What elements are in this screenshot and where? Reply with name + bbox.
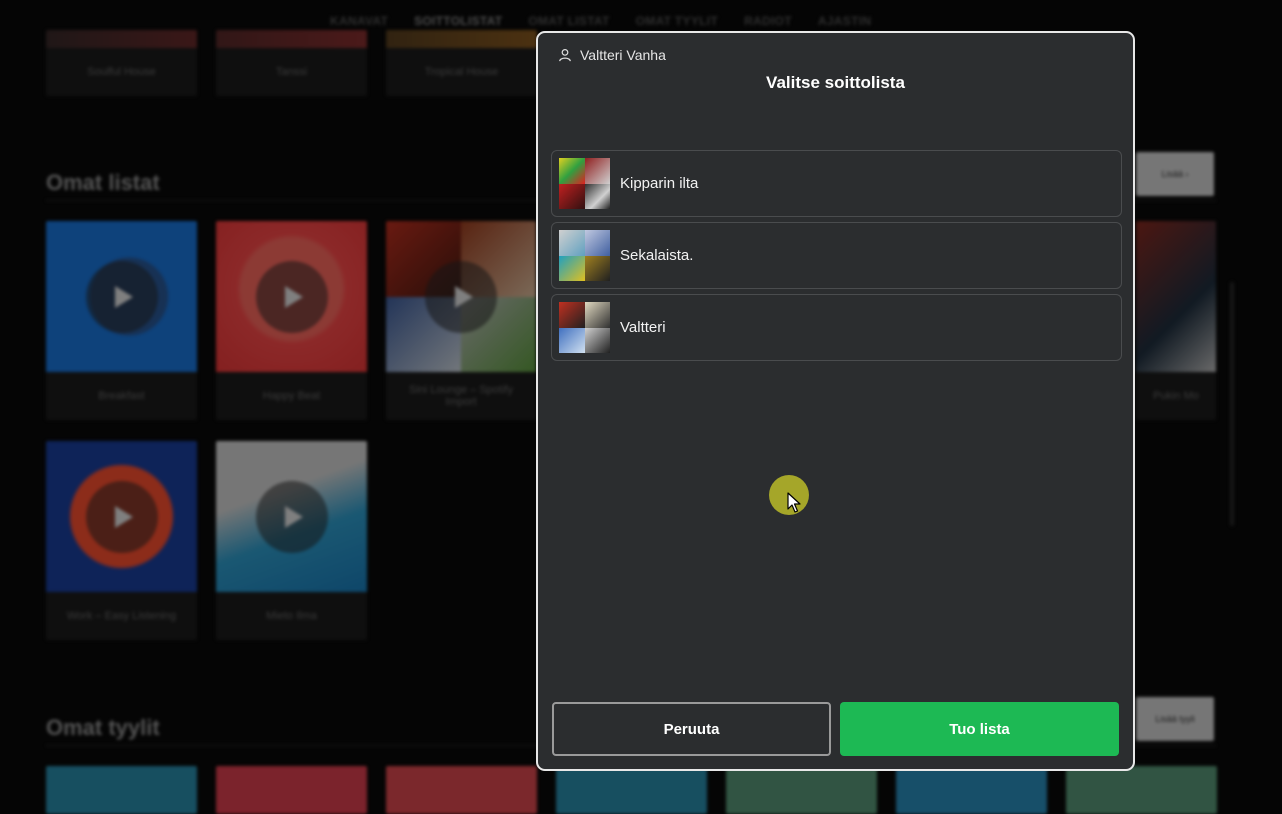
nav-tab-omat-tyylit[interactable]: OMAT TYYLIT bbox=[636, 14, 718, 28]
style-tile[interactable] bbox=[216, 766, 367, 814]
tile-art bbox=[216, 441, 367, 592]
playlist-name: Sekalaista. bbox=[620, 247, 694, 264]
play-icon[interactable] bbox=[425, 260, 497, 333]
tile-art bbox=[216, 221, 367, 372]
import-playlist-button[interactable]: Tuo lista bbox=[840, 702, 1119, 756]
playlist-name: Valtteri bbox=[620, 319, 666, 336]
section-title-omat-tyylit: Omat tyylit bbox=[46, 715, 160, 740]
tile-label: Breakfast bbox=[98, 390, 145, 402]
playlist-cover bbox=[559, 158, 610, 209]
playlist-tile[interactable]: Sini Lounge – Spotify Import bbox=[386, 221, 536, 420]
tile-art bbox=[46, 221, 197, 372]
style-tile[interactable] bbox=[556, 766, 707, 814]
playlist-tile[interactable]: Happy Beat bbox=[216, 221, 367, 420]
playlist-option-valtteri[interactable]: Valtteri bbox=[551, 294, 1122, 361]
top-navigation: KANAVAT SOITTOLISTAT OMAT LISTAT OMAT TY… bbox=[330, 14, 871, 37]
tile-label: Work – Easy Listening bbox=[66, 610, 177, 622]
style-tile[interactable] bbox=[896, 766, 1047, 814]
playlist-tile[interactable]: Mieto Ilma bbox=[216, 441, 367, 640]
cancel-button[interactable]: Peruuta bbox=[552, 702, 831, 756]
nav-tab-kanavat[interactable]: KANAVAT bbox=[330, 14, 388, 28]
tile-label: Tanssi bbox=[275, 66, 308, 78]
playlist-tile[interactable]: Soulful House bbox=[46, 30, 197, 96]
playlist-option-kipparin-ilta[interactable]: Kipparin ilta bbox=[551, 150, 1122, 217]
nav-tab-ajastin[interactable]: AJASTIN bbox=[818, 14, 871, 28]
style-tile[interactable] bbox=[1066, 766, 1217, 814]
nav-tab-omat-listat[interactable]: OMAT LISTAT bbox=[528, 14, 609, 28]
nav-tab-soittolistat[interactable]: SOITTOLISTAT bbox=[414, 14, 502, 37]
tile-art bbox=[386, 221, 536, 372]
tile-art bbox=[1136, 221, 1216, 372]
playlist-tile[interactable]: Work – Easy Listening bbox=[46, 441, 197, 640]
tile-art bbox=[216, 30, 367, 48]
scrollbar[interactable] bbox=[1230, 282, 1234, 526]
user-name: Valtteri Vanha bbox=[580, 47, 666, 63]
tile-label: Sini Lounge – Spotify Import bbox=[409, 384, 513, 408]
tile-label: Tropical House bbox=[424, 66, 499, 78]
add-style-button[interactable]: Lisää tyyli bbox=[1136, 697, 1214, 741]
more-button[interactable]: Lisää › bbox=[1136, 152, 1214, 196]
tile-label: Pukin Mo bbox=[1153, 390, 1199, 402]
tile-art bbox=[46, 441, 197, 592]
playlist-name: Kipparin ilta bbox=[620, 175, 699, 192]
mouse-pointer-icon bbox=[787, 492, 801, 513]
section-title-omat-listat: Omat listat bbox=[46, 170, 160, 195]
play-icon[interactable] bbox=[255, 260, 328, 333]
user-row: Valtteri Vanha bbox=[558, 47, 666, 63]
nav-tab-radiot[interactable]: RADIOT bbox=[744, 14, 792, 28]
tile-art bbox=[386, 30, 537, 48]
style-tile[interactable] bbox=[726, 766, 877, 814]
playlist-tile[interactable]: Pukin Mo bbox=[1136, 221, 1216, 420]
user-icon bbox=[559, 48, 571, 62]
play-icon[interactable] bbox=[255, 480, 328, 553]
dialog-title: Valitse soittolista bbox=[766, 73, 905, 92]
playlist-option-sekalaista[interactable]: Sekalaista. bbox=[551, 222, 1122, 289]
tile-label: Soulful House bbox=[87, 66, 156, 78]
tile-label: Happy Beat bbox=[262, 390, 321, 402]
playlist-cover bbox=[559, 302, 610, 353]
playlist-tile[interactable]: Breakfast bbox=[46, 221, 197, 420]
playlist-tile[interactable]: Tropical House bbox=[386, 30, 537, 96]
playlist-tile[interactable]: Tanssi bbox=[216, 30, 367, 96]
style-tile[interactable] bbox=[386, 766, 537, 814]
select-playlist-dialog: Valtteri Vanha Valitse soittolista Kippa… bbox=[536, 31, 1135, 771]
play-icon[interactable] bbox=[85, 260, 158, 333]
style-tile[interactable] bbox=[46, 766, 197, 814]
playlist-cover bbox=[559, 230, 610, 281]
play-icon[interactable] bbox=[85, 480, 158, 553]
tile-label: Mieto Ilma bbox=[266, 610, 317, 622]
tile-art bbox=[46, 30, 197, 48]
